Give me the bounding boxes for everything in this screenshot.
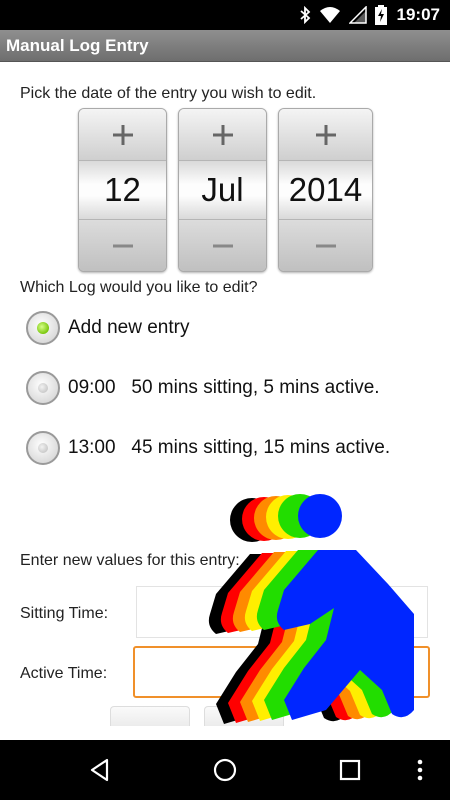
day-increment-button[interactable] xyxy=(79,109,166,161)
overflow-menu-icon xyxy=(417,759,423,781)
radio-button[interactable] xyxy=(26,371,60,405)
overflow-menu-button[interactable] xyxy=(405,752,435,788)
minus-icon xyxy=(212,244,233,247)
battery-charging-icon xyxy=(374,5,387,25)
back-button[interactable] xyxy=(80,752,120,788)
day-decrement-button[interactable] xyxy=(79,219,166,271)
active-time-label: Active Time: xyxy=(20,665,108,682)
plus-icon xyxy=(315,124,336,145)
recents-icon xyxy=(339,759,361,781)
radio-option-1300[interactable]: 13:00 45 mins sitting, 15 mins active. xyxy=(26,428,390,468)
sitting-time-label: Sitting Time: xyxy=(20,605,109,622)
minus-icon xyxy=(112,244,133,247)
recents-button[interactable] xyxy=(330,752,370,788)
day-picker: 12 xyxy=(78,108,167,272)
radio-option-add-new[interactable]: Add new entry xyxy=(26,308,189,348)
radio-label: 09:00 50 mins sitting, 5 mins active. xyxy=(68,377,380,398)
radio-option-0900[interactable]: 09:00 50 mins sitting, 5 mins active. xyxy=(26,368,380,408)
minus-icon xyxy=(315,244,336,247)
radio-label: Add new entry xyxy=(68,317,190,338)
status-time: 19:07 xyxy=(396,5,440,24)
plus-icon xyxy=(212,124,233,145)
month-increment-button[interactable] xyxy=(179,109,266,161)
month-picker: Jul xyxy=(178,108,267,272)
action-bar: Manual Log Entry xyxy=(0,30,450,62)
wifi-icon xyxy=(319,6,341,24)
cancel-button[interactable] xyxy=(110,706,190,726)
sitting-time-input[interactable] xyxy=(136,586,428,638)
year-picker: 2014 xyxy=(278,108,373,272)
radio-button[interactable] xyxy=(26,431,60,465)
home-icon xyxy=(213,758,237,782)
year-increment-button[interactable] xyxy=(279,109,372,161)
plus-icon xyxy=(112,124,133,145)
entry-prompt: Enter new values for this entry: xyxy=(20,552,240,569)
date-prompt: Pick the date of the entry you wish to e… xyxy=(20,85,317,102)
year-decrement-button[interactable] xyxy=(279,219,372,271)
day-value[interactable]: 12 xyxy=(79,161,166,219)
month-value[interactable]: Jul xyxy=(179,161,266,219)
log-prompt: Which Log would you like to edit? xyxy=(20,279,258,296)
month-decrement-button[interactable] xyxy=(179,219,266,271)
back-icon xyxy=(90,758,109,782)
navigation-bar xyxy=(0,740,450,800)
radio-button[interactable] xyxy=(26,311,60,345)
year-value[interactable]: 2014 xyxy=(279,161,372,219)
home-button[interactable] xyxy=(205,752,245,788)
app-title: Manual Log Entry xyxy=(6,36,149,55)
bluetooth-icon xyxy=(299,6,311,24)
status-bar: 19:07 xyxy=(0,0,450,30)
radio-label: 13:00 45 mins sitting, 15 mins active. xyxy=(68,437,391,458)
active-time-input[interactable] xyxy=(133,646,430,698)
signal-icon xyxy=(348,6,367,24)
save-button[interactable] xyxy=(204,706,284,726)
